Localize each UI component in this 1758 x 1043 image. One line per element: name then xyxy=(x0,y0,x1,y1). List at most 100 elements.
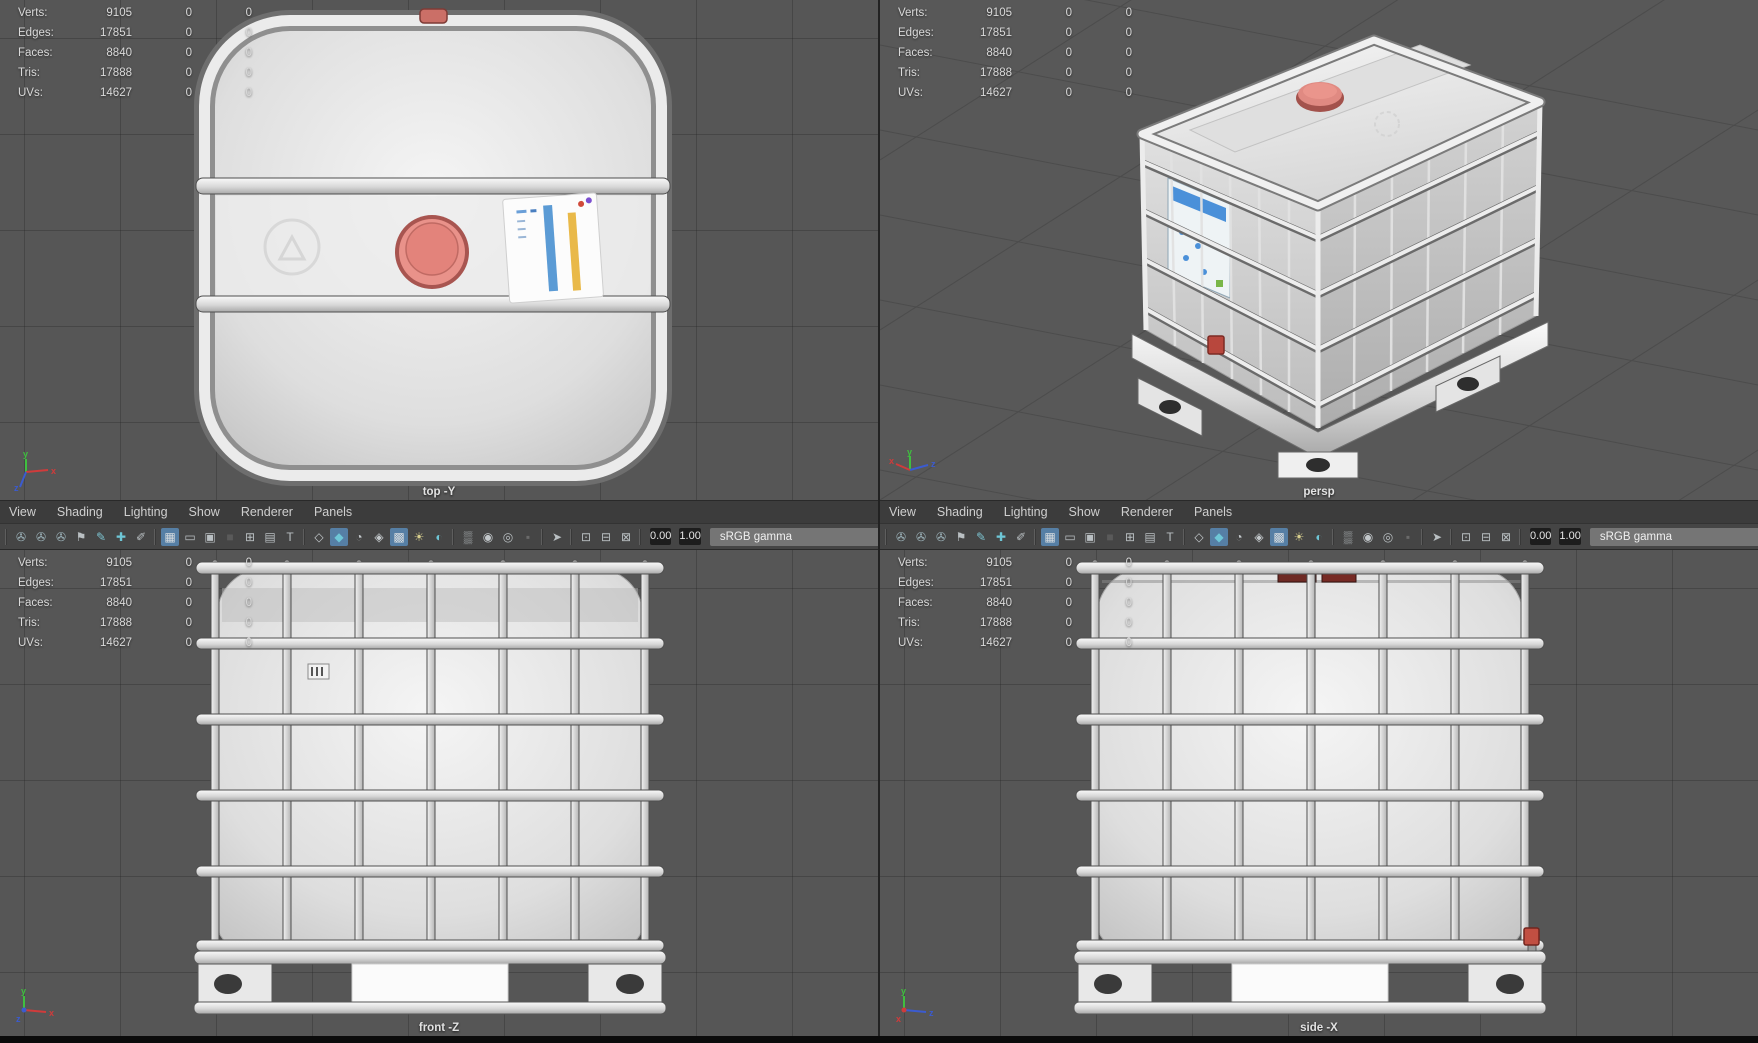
contrast-field[interactable]: 1.00 xyxy=(1559,528,1580,545)
back-plane-icon[interactable]: ⊟ xyxy=(597,528,615,546)
flat-shade-icon[interactable]: ◔ xyxy=(350,528,368,546)
lock-camera-icon[interactable]: ✇ xyxy=(32,528,50,546)
svg-text:x: x xyxy=(889,456,894,466)
field-chart-icon[interactable]: ⊞ xyxy=(1121,528,1139,546)
grease-pencil-icon[interactable]: ✐ xyxy=(1012,528,1030,546)
panel-toolbar: ✇✇✇⚑✎✚✐▦▭▣■⊞▤T◇◆◔◈▩☀◐▒◉◎▪➤⊡⊟⊠ ☼ 0.00 ◑ 1… xyxy=(880,524,1758,549)
multisample-icon[interactable]: ◎ xyxy=(499,528,517,546)
viewport-front[interactable]: Verts:910500 Edges:1785100 Faces:884000 … xyxy=(0,550,878,1036)
shadows-icon[interactable]: ◐ xyxy=(430,528,448,546)
hud-row: UVs:1462700 xyxy=(0,633,252,653)
ssao-icon[interactable]: ▒ xyxy=(1339,528,1357,546)
view-transform-select[interactable]: sRGB gamma xyxy=(710,528,906,546)
safe-action-icon[interactable]: ▤ xyxy=(261,528,279,546)
menu-item[interactable]: View xyxy=(889,505,916,519)
view-transform-select[interactable]: sRGB gamma xyxy=(1590,528,1758,546)
back-plane-icon[interactable]: ⊟ xyxy=(1477,528,1495,546)
film-gate-icon[interactable]: ▭ xyxy=(1061,528,1079,546)
snapshot-icon[interactable]: ⊠ xyxy=(1497,528,1515,546)
resolution-gate-icon[interactable]: ▣ xyxy=(1081,528,1099,546)
svg-text:z: z xyxy=(931,459,936,469)
textured-icon[interactable]: ▩ xyxy=(390,528,408,546)
shadows-icon[interactable]: ◐ xyxy=(1310,528,1328,546)
barcode-tag xyxy=(308,664,329,679)
gate-mask-icon[interactable]: ■ xyxy=(221,528,239,546)
viewport-persp[interactable]: Verts:910500 Edges:1785100 Faces:884000 … xyxy=(880,0,1758,500)
exposure-field[interactable]: 0.00 xyxy=(650,528,671,545)
textured-icon[interactable]: ▩ xyxy=(1270,528,1288,546)
smooth-shade-icon[interactable]: ◆ xyxy=(330,528,348,546)
menu-item[interactable]: Lighting xyxy=(124,505,168,519)
use-all-lights-icon[interactable]: ☀ xyxy=(1290,528,1308,546)
gate-mask-icon[interactable]: ■ xyxy=(1101,528,1119,546)
exposure-field[interactable]: 0.00 xyxy=(1530,528,1551,545)
field-chart-icon[interactable]: ⊞ xyxy=(241,528,259,546)
flat-shade-icon[interactable]: ◔ xyxy=(1230,528,1248,546)
contrast-field[interactable]: 1.00 xyxy=(679,528,700,545)
wireframe-icon[interactable]: ◇ xyxy=(310,528,328,546)
toolbar-separator xyxy=(540,529,545,545)
wireframe-icon[interactable]: ◇ xyxy=(1190,528,1208,546)
ssao-icon[interactable]: ▒ xyxy=(459,528,477,546)
isolate-select-icon[interactable]: ➤ xyxy=(548,528,566,546)
lock-camera-icon[interactable]: ✇ xyxy=(912,528,930,546)
toolbar-separator xyxy=(884,529,889,545)
bookmark-icon[interactable]: ⚑ xyxy=(952,528,970,546)
depth-of-field-icon[interactable]: ▪ xyxy=(1399,528,1417,546)
hud-row: Verts:910500 xyxy=(0,3,252,23)
svg-text:x: x xyxy=(51,466,56,476)
safe-title-icon[interactable]: T xyxy=(281,528,299,546)
wireframe-on-shaded-icon[interactable]: ◈ xyxy=(370,528,388,546)
menu-item[interactable]: Renderer xyxy=(1121,505,1173,519)
svg-text:y: y xyxy=(907,447,912,457)
wireframe-on-shaded-icon[interactable]: ◈ xyxy=(1250,528,1268,546)
cross-bar xyxy=(196,178,670,194)
camera-attributes-icon[interactable]: ✇ xyxy=(932,528,950,546)
bookmark-icon[interactable]: ⚑ xyxy=(72,528,90,546)
motion-blur-icon[interactable]: ◉ xyxy=(479,528,497,546)
snapshot-icon[interactable]: ⊠ xyxy=(617,528,635,546)
menu-item[interactable]: View xyxy=(9,505,36,519)
grid-icon[interactable]: ▦ xyxy=(161,528,179,546)
hud-row: Tris:1788800 xyxy=(880,613,1132,633)
multisample-icon[interactable]: ◎ xyxy=(1379,528,1397,546)
use-all-lights-icon[interactable]: ☀ xyxy=(410,528,428,546)
image-plane-icon[interactable]: ✎ xyxy=(972,528,990,546)
front-plane-icon[interactable]: ⊡ xyxy=(1457,528,1475,546)
safe-action-icon[interactable]: ▤ xyxy=(1141,528,1159,546)
select-camera-icon[interactable]: ✇ xyxy=(12,528,30,546)
pallet xyxy=(194,951,666,1014)
hud-row: Edges:1785100 xyxy=(880,573,1132,593)
smooth-shade-icon[interactable]: ◆ xyxy=(1210,528,1228,546)
film-gate-icon[interactable]: ▭ xyxy=(181,528,199,546)
depth-of-field-icon[interactable]: ▪ xyxy=(519,528,537,546)
camera-attributes-icon[interactable]: ✇ xyxy=(52,528,70,546)
pan-zoom-icon[interactable]: ✚ xyxy=(112,528,130,546)
viewport-side[interactable]: Verts:910500 Edges:1785100 Faces:884000 … xyxy=(880,550,1758,1036)
pan-zoom-icon[interactable]: ✚ xyxy=(992,528,1010,546)
front-plane-icon[interactable]: ⊡ xyxy=(577,528,595,546)
viewport-label-top: top -Y xyxy=(0,486,878,498)
menu-item[interactable]: Renderer xyxy=(241,505,293,519)
safe-title-icon[interactable]: T xyxy=(1161,528,1179,546)
grease-pencil-icon[interactable]: ✐ xyxy=(132,528,150,546)
menu-item[interactable]: Shading xyxy=(937,505,983,519)
menu-item[interactable]: Lighting xyxy=(1004,505,1048,519)
menu-item[interactable]: Show xyxy=(1069,505,1100,519)
outlet-valve xyxy=(1208,336,1224,354)
image-plane-icon[interactable]: ✎ xyxy=(92,528,110,546)
select-camera-icon[interactable]: ✇ xyxy=(892,528,910,546)
motion-blur-icon[interactable]: ◉ xyxy=(1359,528,1377,546)
pane-divider[interactable] xyxy=(878,0,880,1036)
hud-row: UVs:1462700 xyxy=(880,83,1132,103)
menu-item[interactable]: Shading xyxy=(57,505,103,519)
viewport-top[interactable]: Verts:910500 Edges:1785100 Faces:884000 … xyxy=(0,0,878,500)
menu-item[interactable]: Panels xyxy=(314,505,352,519)
bottom-edge-strip xyxy=(0,1036,1758,1043)
grid-icon[interactable]: ▦ xyxy=(1041,528,1059,546)
panel-bar-side: ViewShadingLightingShowRendererPanels ✇✇… xyxy=(880,500,1758,550)
menu-item[interactable]: Panels xyxy=(1194,505,1232,519)
isolate-select-icon[interactable]: ➤ xyxy=(1428,528,1446,546)
resolution-gate-icon[interactable]: ▣ xyxy=(201,528,219,546)
menu-item[interactable]: Show xyxy=(189,505,220,519)
